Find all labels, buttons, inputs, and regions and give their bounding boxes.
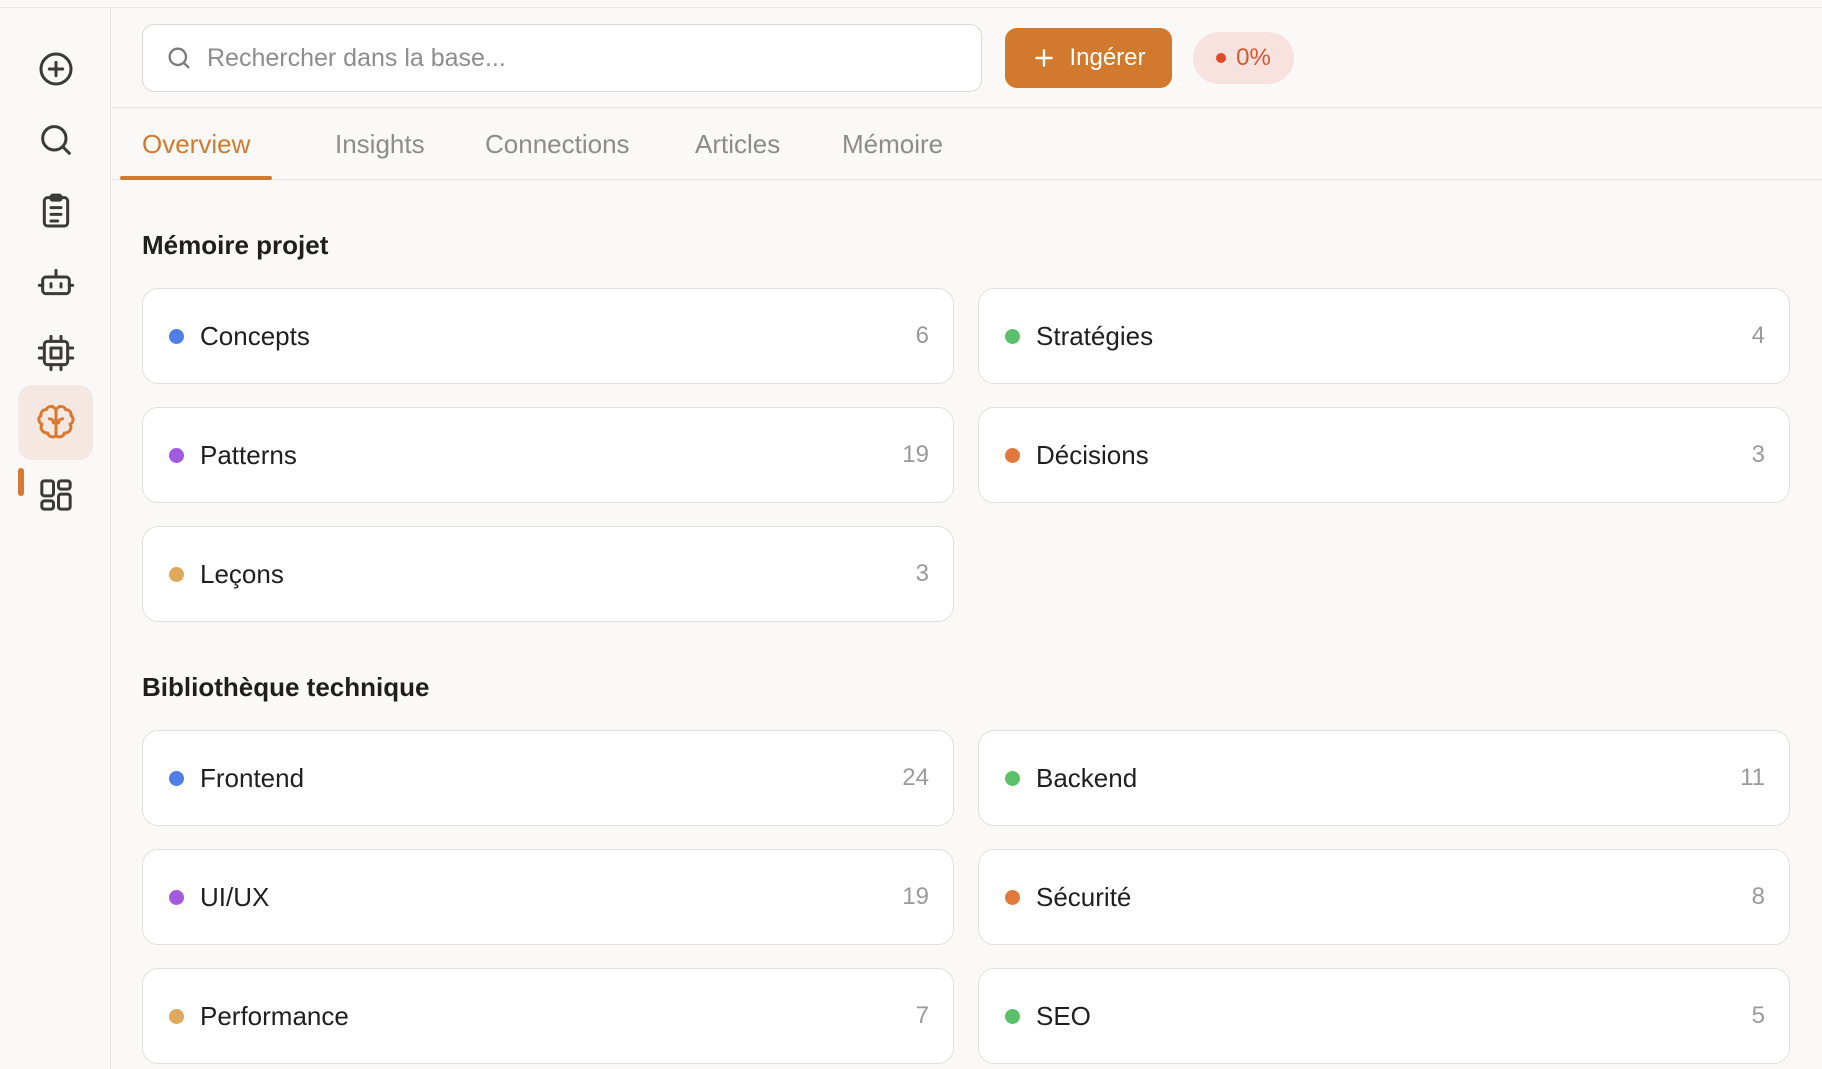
sidebar-item-agents[interactable] [18,244,93,319]
category-count: 7 [915,1002,929,1029]
category-count: 24 [902,764,929,791]
category-label: Leçons [200,558,284,589]
category-label: Concepts [200,320,310,351]
sidebar-item-knowledge[interactable] [18,385,93,460]
category-card-seo[interactable]: SEO 5 [978,968,1790,1064]
top-toolbar: Ingérer 0% [112,8,1822,108]
category-count: 11 [1740,764,1765,791]
tab-overview[interactable]: Overview [119,109,273,180]
category-card-lessons[interactable]: Leçons 3 [142,526,954,622]
tab-memoire[interactable]: Mémoire [842,109,943,180]
category-label: SEO [1036,1000,1091,1031]
tab-connections[interactable]: Connections [485,109,630,180]
category-count: 5 [1751,1002,1765,1029]
plus-icon [1035,49,1054,67]
status-dot-icon [1216,53,1227,63]
app-window: Ingérer 0% Overview Insights Connections… [0,0,1822,1069]
category-label: Performance [200,1000,349,1031]
category-dot [169,447,184,463]
category-label: Backend [1036,762,1138,793]
sidebar-item-search[interactable] [18,102,93,177]
category-dot [169,770,184,786]
category-card-performance[interactable]: Performance 7 [142,968,954,1064]
sidebar-item-tasks[interactable] [18,173,93,248]
category-label: Stratégies [1036,320,1154,351]
brain-icon [36,404,75,438]
category-card-uiux[interactable]: UI/UX 19 [142,849,954,945]
category-count: 8 [1751,883,1765,910]
category-label: UI/UX [200,881,270,912]
category-card-strategies[interactable]: Stratégies 4 [978,288,1790,384]
search-box[interactable] [142,24,982,92]
search-icon [40,124,71,155]
category-card-patterns[interactable]: Patterns 19 [142,407,954,503]
tab-articles[interactable]: Articles [695,109,780,180]
search-icon [168,47,190,69]
category-dot [1005,889,1020,905]
category-label: Frontend [200,762,305,793]
category-label: Sécurité [1036,881,1132,912]
category-label: Patterns [200,439,297,470]
search-input[interactable] [207,43,967,73]
clipboard-list-icon [42,193,69,227]
sidebar [0,8,111,1069]
tab-insights[interactable]: Insights [335,109,425,180]
section-title-project-memory: Mémoire projet [142,230,329,260]
category-card-frontend[interactable]: Frontend 24 [142,730,954,826]
ingest-button-label: Ingérer [1069,44,1146,71]
category-dot [1005,328,1020,344]
category-card-security[interactable]: Sécurité 8 [978,849,1790,945]
category-count: 6 [915,322,929,349]
tab-bar: Overview Insights Connections Articles M… [112,109,1822,180]
plus-circle-icon [39,52,72,85]
window-top-strip [0,0,1822,8]
dashboard-grid-icon [39,478,72,511]
category-dot [169,889,184,905]
category-card-backend[interactable]: Backend 11 [978,730,1790,826]
category-card-decisions[interactable]: Décisions 3 [978,407,1790,503]
sidebar-item-dashboard[interactable] [18,457,93,532]
category-count: 19 [902,441,929,468]
progress-label: 0% [1236,44,1271,71]
category-dot [169,1008,184,1024]
category-count: 19 [902,883,929,910]
section-title-tech-library: Bibliothèque technique [142,672,430,702]
sidebar-item-models[interactable] [18,315,93,390]
category-dot [1005,447,1020,463]
category-dot [1005,770,1020,786]
category-label: Décisions [1036,439,1149,470]
category-dot [169,566,184,582]
category-dot [1005,1008,1020,1024]
ingest-button[interactable]: Ingérer [1005,28,1172,88]
category-count: 3 [1751,441,1765,468]
cpu-chip-icon [37,334,74,371]
sidebar-item-new[interactable] [18,31,93,106]
robot-icon [37,268,74,295]
category-card-concepts[interactable]: Concepts 6 [142,288,954,384]
ingest-progress-badge: 0% [1193,32,1294,84]
category-count: 4 [1751,322,1765,349]
category-count: 3 [915,560,929,587]
category-dot [169,328,184,344]
